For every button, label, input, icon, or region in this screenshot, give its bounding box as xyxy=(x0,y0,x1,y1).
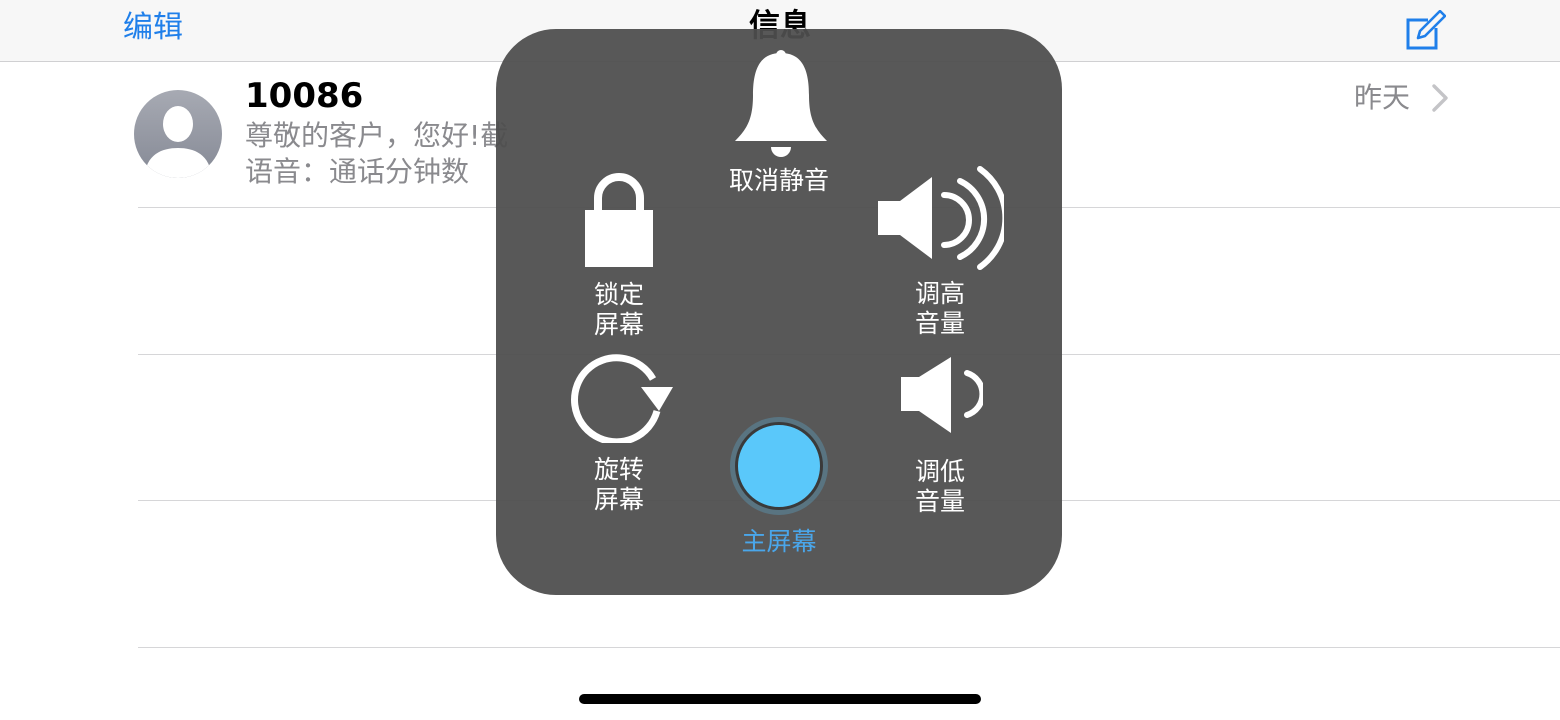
assistive-touch-menu: 取消静音 锁定 屏幕 调高 音量 旋转 屏幕 主屏幕 调低 音量 xyxy=(496,29,1062,595)
rotate-screen-label-line1: 旋转 xyxy=(593,455,644,484)
home-button-icon[interactable] xyxy=(735,422,823,510)
message-preview-line2: 语音：通话分钟数 xyxy=(245,155,470,188)
lock-icon xyxy=(585,173,653,267)
volume-down-label-line1: 调低 xyxy=(914,457,965,486)
chevron-right-icon xyxy=(1432,84,1448,112)
volume-up-icon xyxy=(878,166,1004,270)
unmute-label: 取消静音 xyxy=(728,166,829,195)
home-label: 主屏幕 xyxy=(741,527,817,556)
message-date: 昨天 xyxy=(1354,81,1411,114)
rotate-screen-button[interactable]: 旋转 屏幕 xyxy=(559,349,679,519)
rotate-screen-label-line2: 屏幕 xyxy=(593,485,644,514)
lock-screen-button[interactable]: 锁定 屏幕 xyxy=(559,170,679,340)
lock-screen-label-line1: 锁定 xyxy=(593,280,644,309)
rotate-icon xyxy=(571,354,673,443)
home-indicator[interactable] xyxy=(579,694,981,704)
volume-down-icon xyxy=(901,357,983,433)
bell-icon xyxy=(735,50,827,157)
volume-up-label-line1: 调高 xyxy=(914,279,965,308)
volume-down-label-line2: 音量 xyxy=(914,487,965,516)
home-button[interactable]: 主屏幕 xyxy=(709,525,849,561)
sender-name: 10086 xyxy=(245,76,364,116)
avatar xyxy=(134,90,222,178)
volume-down-button[interactable]: 调低 音量 xyxy=(879,355,1001,525)
message-preview-line1: 尊敬的客户，您好!截 xyxy=(245,119,509,152)
volume-up-button[interactable]: 调高 音量 xyxy=(874,165,1006,341)
volume-up-label-line2: 音量 xyxy=(914,309,965,338)
row-separator xyxy=(138,647,1560,648)
lock-screen-label-line2: 屏幕 xyxy=(593,310,644,339)
unmute-button[interactable]: 取消静音 xyxy=(699,49,859,199)
compose-icon[interactable] xyxy=(1404,10,1446,52)
